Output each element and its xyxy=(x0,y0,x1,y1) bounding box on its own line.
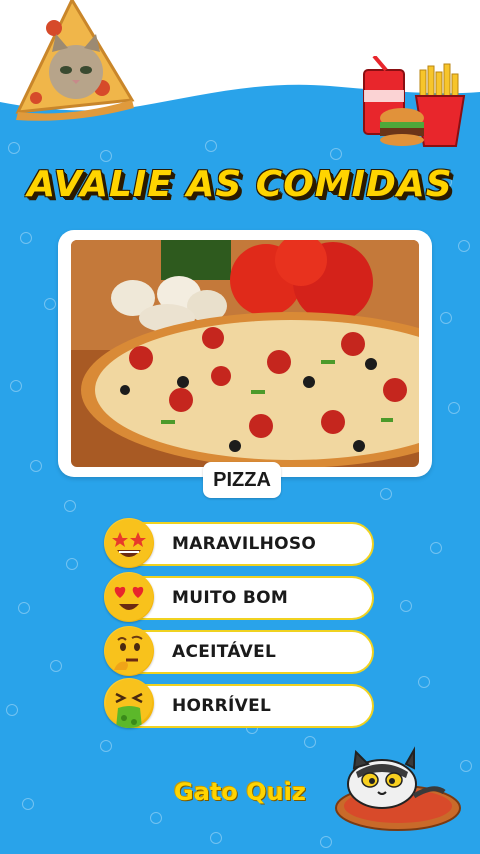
bubble-decor xyxy=(440,312,452,324)
option-label: HORRÍVEL xyxy=(172,696,272,716)
bubble-decor xyxy=(66,558,78,570)
bubble-decor xyxy=(30,460,42,472)
bubble-decor xyxy=(380,488,392,500)
bubble-decor xyxy=(150,812,162,824)
star-struck-emoji-icon xyxy=(104,518,154,568)
bubble-decor xyxy=(400,600,412,612)
bubble-decor xyxy=(50,660,62,672)
option-label: MUITO BOM xyxy=(172,588,289,608)
heart-eyes-emoji-icon xyxy=(104,572,154,622)
bubble-decor xyxy=(458,240,470,252)
food-photo-card xyxy=(58,230,432,477)
bubble-decor xyxy=(210,832,222,844)
bubble-decor xyxy=(6,704,18,716)
screen: { "title": "AVALIE AS COMIDAS", "food": … xyxy=(0,0,480,854)
bubble-decor xyxy=(64,500,76,512)
bubble-decor xyxy=(418,676,430,688)
option-label: ACEITÁVEL xyxy=(172,642,277,662)
vomiting-emoji-icon xyxy=(104,678,154,728)
bubble-decor xyxy=(10,380,22,392)
food-name-label: PIZZA xyxy=(203,462,281,498)
bubble-decor xyxy=(100,150,112,162)
bubble-decor xyxy=(320,836,332,848)
bubble-decor xyxy=(8,142,20,154)
bubble-decor xyxy=(20,232,32,244)
bubble-decor xyxy=(304,736,316,748)
bubble-decor xyxy=(205,140,217,152)
option-label: MARAVILHOSO xyxy=(172,534,317,554)
bubble-decor xyxy=(18,602,30,614)
thinking-emoji-icon xyxy=(104,626,154,676)
fast-food-sticker xyxy=(363,56,466,147)
bubble-decor xyxy=(44,298,56,310)
pizza-photo xyxy=(71,240,419,467)
bubble-decor xyxy=(448,402,460,414)
page-title: AVALIE AS COMIDAS xyxy=(27,164,453,205)
bubble-decor xyxy=(330,148,342,160)
bubble-decor xyxy=(430,542,442,554)
bubble-decor xyxy=(100,740,112,752)
cat-on-pizza-sticker xyxy=(335,746,461,831)
cat-pizza-slice-sticker xyxy=(15,0,135,121)
